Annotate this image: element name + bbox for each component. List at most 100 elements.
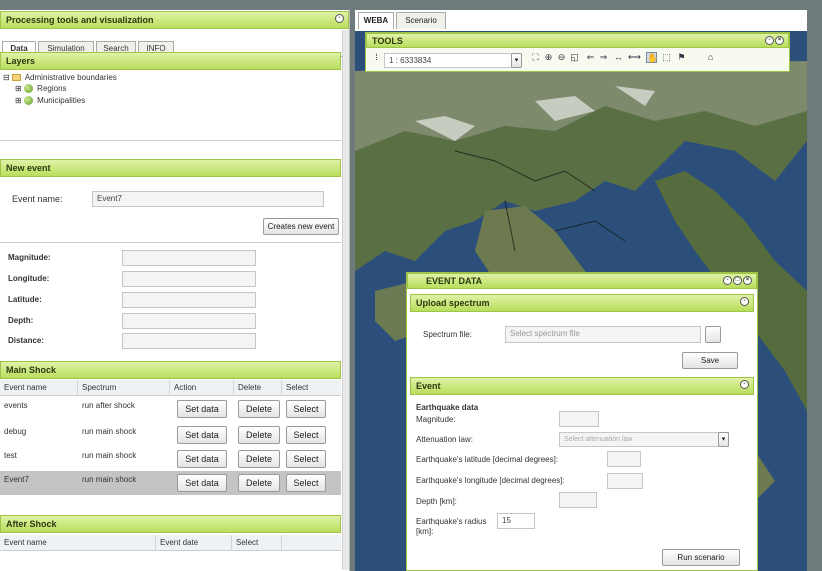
measure-icon[interactable]: ↔	[613, 52, 624, 63]
attenuation-law-select[interactable]: Select attenuation law	[559, 432, 729, 447]
event-section-header: Event -	[410, 377, 754, 395]
close-icon[interactable]: ×	[775, 36, 784, 46]
set-data-button[interactable]: Set data	[177, 400, 227, 418]
longitude-input[interactable]	[122, 271, 256, 287]
depth-input[interactable]	[122, 313, 256, 329]
column-header-event-name[interactable]: Event name	[0, 380, 78, 396]
collapse-icon[interactable]: -	[740, 380, 749, 389]
longitude-label: Earthquake's longitude [decimal degrees]…	[416, 476, 565, 485]
longitude-input[interactable]	[607, 473, 643, 489]
delete-button[interactable]: Delete	[238, 474, 280, 492]
tools-window-buttons: - ×	[764, 35, 784, 46]
select-box-icon[interactable]: ⬚	[661, 52, 672, 63]
latitude-label: Latitude:	[8, 295, 42, 304]
chevron-down-icon[interactable]: ▾	[511, 53, 522, 68]
chevron-down-icon[interactable]: ▾	[718, 432, 729, 447]
column-header-select[interactable]: Select	[282, 380, 341, 396]
event-name-input[interactable]: Event7	[92, 191, 324, 207]
select-button[interactable]: Select	[286, 426, 326, 444]
folder-icon	[11, 74, 21, 82]
expand-minus-icon[interactable]: ⊟	[3, 73, 10, 82]
zoom-out-icon[interactable]: ⊖	[556, 52, 567, 63]
minimize-icon[interactable]: -	[723, 276, 732, 286]
divider	[0, 140, 341, 141]
set-data-button[interactable]: Set data	[177, 426, 227, 444]
select-button[interactable]: Select	[286, 450, 326, 468]
upload-spectrum-header: Upload spectrum -	[410, 294, 754, 312]
after-shock-header: After Shock	[0, 515, 341, 533]
delete-button[interactable]: Delete	[238, 400, 280, 418]
left-panel-scrollbar[interactable]	[342, 30, 349, 570]
drag-handle-icon[interactable]: ⁞	[371, 52, 382, 63]
info-pin-icon[interactable]: ⚑	[676, 52, 687, 63]
table-row[interactable]: events run after shock Set data Delete S…	[0, 398, 341, 422]
tools-title: TOOLS	[372, 36, 403, 46]
magnitude-input[interactable]	[559, 411, 599, 427]
depth-input[interactable]	[559, 492, 597, 508]
row-event-name: events	[4, 401, 28, 410]
column-header-select[interactable]: Select	[232, 535, 282, 551]
column-header-spectrum[interactable]: Spectrum	[78, 380, 170, 396]
run-scenario-button[interactable]: Run scenario	[662, 549, 740, 566]
maximize-icon[interactable]: □	[733, 276, 742, 286]
table-row[interactable]: test run main shock Set data Delete Sele…	[0, 447, 341, 471]
expand-plus-icon[interactable]: ⊞	[15, 84, 22, 93]
close-icon[interactable]: ×	[743, 276, 752, 286]
tree-node-regions[interactable]: ⊞ Regions	[15, 84, 67, 94]
select-button[interactable]: Select	[286, 474, 326, 492]
spectrum-file-input[interactable]: Select spectrum file	[505, 326, 701, 343]
zoom-extent-icon[interactable]: ⛶	[530, 52, 541, 63]
upload-spectrum-title: Upload spectrum	[416, 298, 490, 308]
right-edge-gutter	[807, 10, 822, 571]
save-button[interactable]: Save	[682, 352, 738, 369]
set-data-button[interactable]: Set data	[177, 450, 227, 468]
delete-button[interactable]: Delete	[238, 426, 280, 444]
processing-panel-title: Processing tools and visualization	[6, 15, 154, 25]
expand-plus-icon[interactable]: ⊞	[15, 96, 22, 105]
main-shock-title: Main Shock	[6, 365, 57, 375]
radius-input[interactable]: 15	[497, 513, 535, 529]
delete-button[interactable]: Delete	[238, 450, 280, 468]
select-button[interactable]: Select	[286, 400, 326, 418]
magnitude-input[interactable]	[122, 250, 256, 266]
row-event-name: debug	[4, 427, 27, 436]
after-shock-title: After Shock	[6, 519, 57, 529]
layers-header: Layers	[0, 52, 341, 70]
distance-input[interactable]	[122, 333, 256, 349]
set-data-button[interactable]: Set data	[177, 474, 227, 492]
create-new-event-button[interactable]: Creates new event	[263, 218, 339, 235]
zoom-in-icon[interactable]: ⊕	[543, 52, 554, 63]
pan-hand-icon[interactable]: ✋	[646, 52, 658, 63]
table-row-selected[interactable]: Event7 run main shock Set data Delete Se…	[0, 471, 341, 495]
event-data-title: EVENT DATA	[426, 276, 483, 286]
latitude-input[interactable]	[607, 451, 641, 467]
tab-scenario[interactable]: Scenario	[396, 12, 446, 29]
next-extent-icon[interactable]: ⇒	[598, 52, 609, 63]
browse-file-button[interactable]	[705, 326, 721, 343]
table-row[interactable]: debug run main shock Set data Delete Sel…	[0, 423, 341, 447]
earthquake-data-subtitle: Earthquake data	[416, 403, 479, 412]
column-header-event-name[interactable]: Event name	[0, 535, 156, 551]
home-icon[interactable]: ⌂	[705, 52, 716, 63]
tab-weba[interactable]: WEBA	[358, 12, 394, 29]
measure-area-icon[interactable]: ⟷	[628, 52, 641, 63]
event-data-header: EVENT DATA - □ ×	[407, 273, 757, 289]
zoom-box-icon[interactable]: ◱	[569, 52, 580, 63]
row-spectrum: run after shock	[82, 401, 135, 410]
attenuation-law-label: Attenuation law:	[416, 435, 473, 444]
column-header-event-date[interactable]: Event date	[156, 535, 232, 551]
distance-label: Distance:	[8, 336, 45, 345]
after-shock-table-header: Event name Event date Select	[0, 535, 341, 551]
minimize-icon[interactable]: -	[765, 36, 774, 46]
scale-select[interactable]: 1 : 6333834	[384, 53, 519, 68]
collapse-icon[interactable]: -	[335, 14, 344, 23]
tree-node-municipalities[interactable]: ⊞ Municipalities	[15, 96, 85, 106]
collapse-icon[interactable]: -	[740, 297, 749, 306]
event-name-label: Event name:	[12, 194, 63, 204]
previous-extent-icon[interactable]: ⇐	[585, 52, 596, 63]
tree-node-administrative-boundaries[interactable]: ⊟ Administrative boundaries	[3, 73, 117, 82]
column-header-action[interactable]: Action	[170, 380, 234, 396]
column-header-delete[interactable]: Delete	[234, 380, 282, 396]
latitude-input[interactable]	[122, 292, 256, 308]
layer-globe-icon	[23, 84, 33, 94]
